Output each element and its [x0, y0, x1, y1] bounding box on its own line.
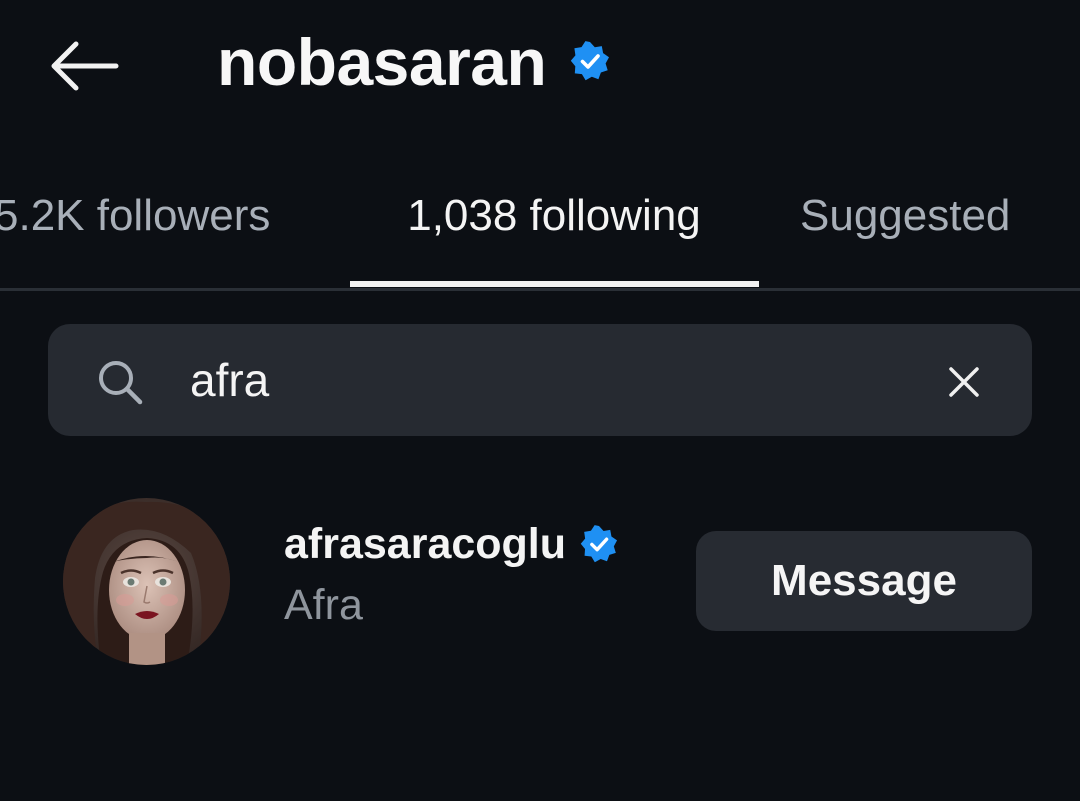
- verified-badge-icon: [570, 40, 610, 86]
- username-line: afrasaracoglu: [284, 516, 618, 572]
- active-tab-indicator: [350, 281, 759, 287]
- user-info[interactable]: afrasaracoglu Afra: [284, 516, 618, 634]
- tab-bar: 5.2K followers 1,038 following Suggested: [0, 160, 1080, 290]
- message-button[interactable]: Message: [696, 531, 1032, 631]
- display-name: Afra: [284, 581, 363, 629]
- tab-suggested[interactable]: Suggested: [800, 190, 1010, 242]
- search-icon: [96, 358, 144, 411]
- tab-following[interactable]: 1,038 following: [350, 190, 758, 242]
- user-list-item[interactable]: afrasaracoglu Afra Message: [0, 480, 1080, 680]
- page-title: nobasaran: [217, 25, 547, 99]
- search-bar[interactable]: [48, 324, 1032, 436]
- top-bar: nobasaran: [0, 0, 1080, 130]
- search-input[interactable]: [190, 346, 890, 414]
- back-button[interactable]: [40, 30, 128, 100]
- tabs-divider: [0, 288, 1080, 291]
- title-group: nobasaran: [217, 22, 610, 102]
- close-icon: [949, 367, 979, 397]
- username: afrasaracoglu: [284, 520, 567, 568]
- avatar[interactable]: [63, 498, 230, 665]
- clear-search-button[interactable]: [936, 354, 992, 410]
- arrow-left-icon: [51, 41, 119, 91]
- tab-followers[interactable]: 5.2K followers: [0, 190, 270, 242]
- verified-badge-icon: [580, 524, 618, 568]
